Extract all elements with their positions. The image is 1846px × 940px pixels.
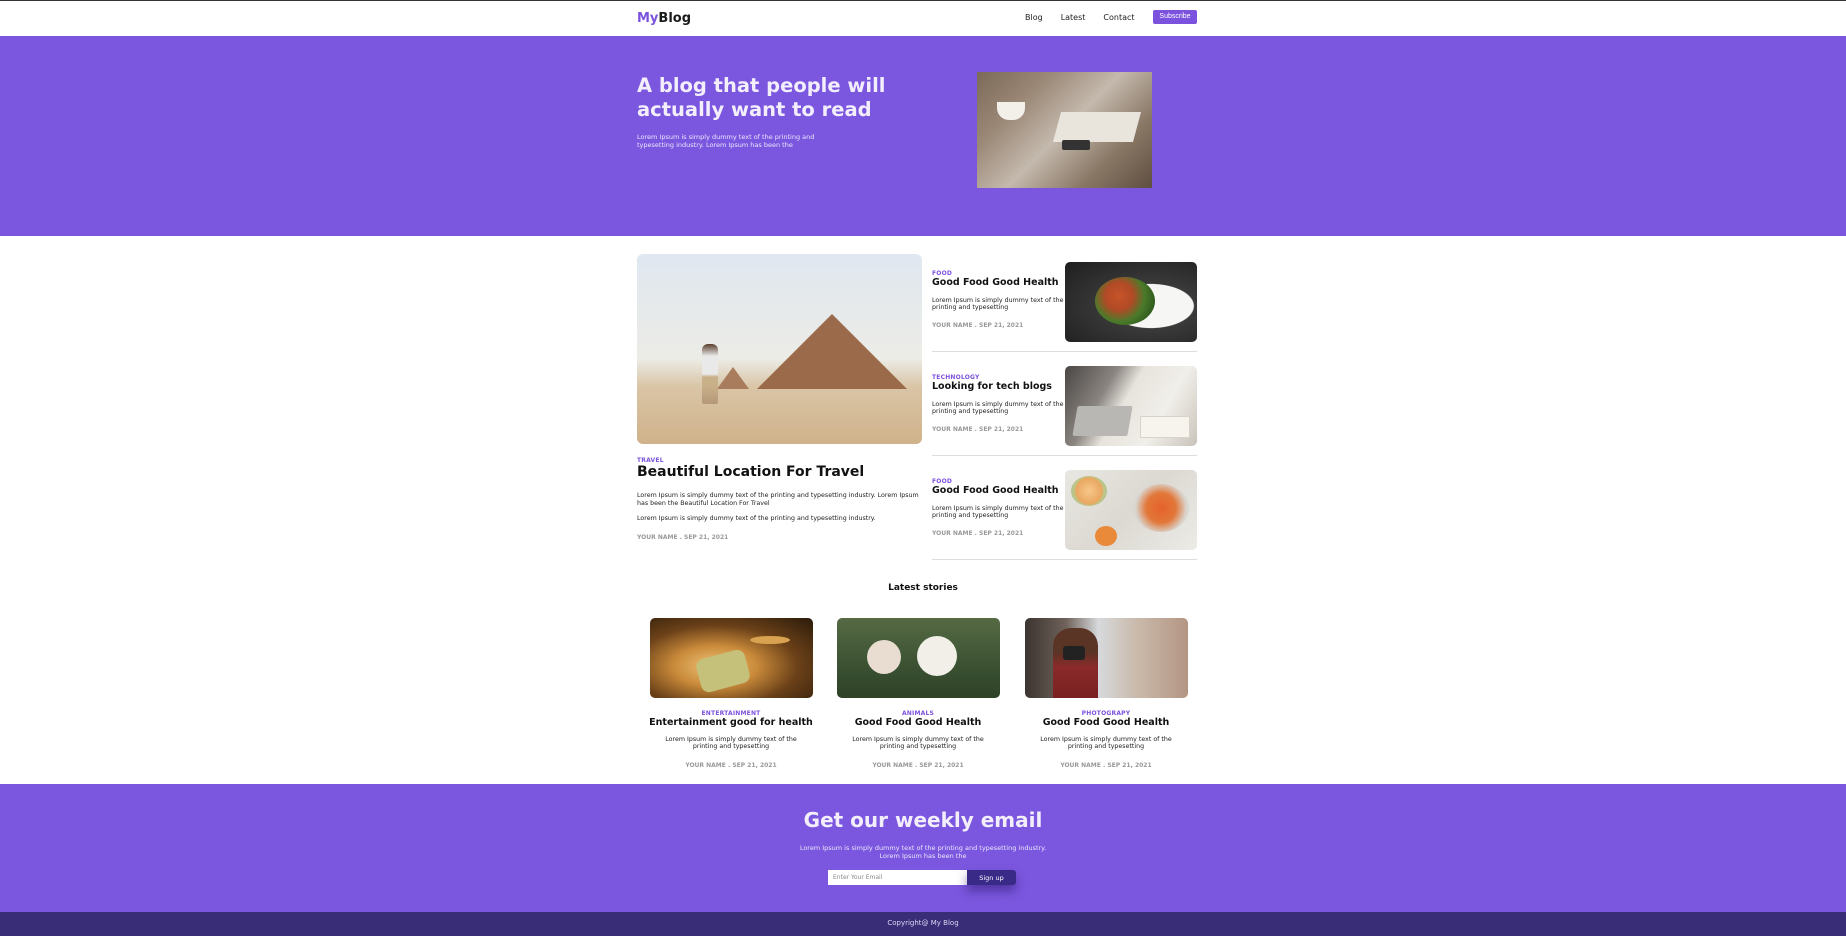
nav-link-contact[interactable]: Contact <box>1103 13 1134 22</box>
side-post-title[interactable]: Looking for tech blogs <box>932 381 1052 392</box>
story-title[interactable]: Entertainment good for health <box>649 717 813 728</box>
side-post-category[interactable]: FOOD <box>932 270 952 277</box>
side-post-text: Lorem Ipsum is simply dummy text of the … <box>932 297 1064 311</box>
latest-stories-heading: Latest stories <box>888 583 958 593</box>
side-post-text: Lorem Ipsum is simply dummy text of the … <box>932 401 1064 415</box>
featured-category[interactable]: TRAVEL <box>637 457 664 464</box>
side-post-image[interactable] <box>1065 470 1197 550</box>
side-post[interactable]: FOOD Good Food Good Health Lorem Ipsum i… <box>932 462 1197 566</box>
side-post-divider <box>932 455 1197 456</box>
nav-link-latest[interactable]: Latest <box>1061 13 1086 22</box>
side-post-meta: YOUR NAME . SEP 21, 2021 <box>932 322 1024 329</box>
featured-meta: YOUR NAME . SEP 21, 2021 <box>637 534 729 541</box>
side-post[interactable]: FOOD Good Food Good Health Lorem Ipsum i… <box>932 254 1197 358</box>
hero-section: A blog that people will actually want to… <box>0 36 1846 236</box>
side-post-divider <box>932 559 1197 560</box>
person-shape <box>1052 628 1098 698</box>
side-post-title[interactable]: Good Food Good Health <box>932 277 1059 288</box>
story-title[interactable]: Good Food Good Health <box>836 717 1000 728</box>
notebook-shape <box>1052 112 1142 142</box>
footer: Copyright@ My Blog <box>0 912 1846 936</box>
side-post-divider <box>932 351 1197 352</box>
story-image[interactable] <box>836 618 1000 698</box>
side-post-category[interactable]: FOOD <box>932 478 952 485</box>
apricot-shape <box>1095 526 1117 546</box>
site-logo[interactable]: MyBlog <box>637 11 691 26</box>
book-shape <box>1140 416 1190 438</box>
melon-shape <box>1071 476 1107 506</box>
story-category[interactable]: ENTERTAINMENT <box>649 710 813 717</box>
story-card[interactable]: PHOTOGRAPY Good Food Good Health Lorem I… <box>1024 618 1188 769</box>
side-post[interactable]: TECHNOLOGY Looking for tech blogs Lorem … <box>932 358 1197 462</box>
side-post-title[interactable]: Good Food Good Health <box>932 485 1059 496</box>
story-card[interactable]: ANIMALS Good Food Good Health Lorem Ipsu… <box>836 618 1000 769</box>
story-card[interactable]: ENTERTAINMENT Entertainment good for hea… <box>649 618 813 769</box>
hero-image <box>977 72 1152 188</box>
story-image[interactable] <box>649 618 813 698</box>
coffee-cup-shape <box>997 102 1025 120</box>
salad-shape <box>1095 277 1155 325</box>
featured-text-2: Lorem Ipsum is simply dummy text of the … <box>637 515 876 522</box>
side-post-meta: YOUR NAME . SEP 21, 2021 <box>932 426 1024 433</box>
side-post-image[interactable] <box>1065 366 1197 446</box>
nav-link-blog[interactable]: Blog <box>1025 13 1043 22</box>
story-category[interactable]: ANIMALS <box>836 710 1000 717</box>
side-post-image[interactable] <box>1065 262 1197 342</box>
photographer-shape <box>702 344 718 404</box>
fruit-bowl-shape <box>1133 484 1189 532</box>
newsletter-title: Get our weekly email <box>803 808 1043 832</box>
camera-shape <box>1062 646 1085 660</box>
hero-text: Lorem Ipsum is simply dummy text of the … <box>637 133 815 149</box>
laptop-shape <box>1072 406 1133 436</box>
phone-shape <box>1062 140 1090 150</box>
hero-title: A blog that people will actually want to… <box>637 74 886 121</box>
logo-my: My <box>637 11 659 26</box>
featured-text-1: Lorem Ipsum is simply dummy text of the … <box>637 492 919 507</box>
story-category[interactable]: PHOTOGRAPY <box>1024 710 1188 717</box>
top-navbar: MyBlog Blog Latest Contact Subscribe <box>0 1 1846 36</box>
story-image[interactable] <box>1024 618 1188 698</box>
email-input[interactable] <box>828 870 968 885</box>
story-meta: YOUR NAME . SEP 21, 2021 <box>1060 762 1152 769</box>
story-text: Lorem Ipsum is simply dummy text of the … <box>852 736 984 750</box>
side-post-category[interactable]: TECHNOLOGY <box>932 374 980 381</box>
copyright-text: Copyright@ My Blog <box>887 919 959 927</box>
story-title[interactable]: Good Food Good Health <box>1024 717 1188 728</box>
story-meta: YOUR NAME . SEP 21, 2021 <box>872 762 964 769</box>
featured-post-image[interactable] <box>637 254 922 444</box>
subscribe-button[interactable]: Subscribe <box>1153 10 1197 24</box>
side-post-text: Lorem Ipsum is simply dummy text of the … <box>932 505 1064 519</box>
newsletter-section: Get our weekly email Lorem Ipsum is simp… <box>0 784 1846 912</box>
pyramid-small-shape <box>717 367 749 389</box>
cymbal-shape <box>749 636 790 644</box>
drum-shape <box>693 648 752 694</box>
dog-shape <box>866 640 901 674</box>
dog-shape <box>916 636 957 676</box>
story-text: Lorem Ipsum is simply dummy text of the … <box>665 736 797 750</box>
side-post-meta: YOUR NAME . SEP 21, 2021 <box>932 530 1024 537</box>
newsletter-text: Lorem Ipsum is simply dummy text of the … <box>799 844 1047 860</box>
pyramid-large-shape <box>757 314 907 389</box>
signup-button[interactable]: Sign up <box>967 870 1016 885</box>
story-meta: YOUR NAME . SEP 21, 2021 <box>685 762 777 769</box>
story-text: Lorem Ipsum is simply dummy text of the … <box>1040 736 1172 750</box>
featured-title[interactable]: Beautiful Location For Travel <box>637 464 864 480</box>
nav-links: Blog Latest Contact <box>1025 13 1153 22</box>
logo-blog: Blog <box>658 11 692 26</box>
